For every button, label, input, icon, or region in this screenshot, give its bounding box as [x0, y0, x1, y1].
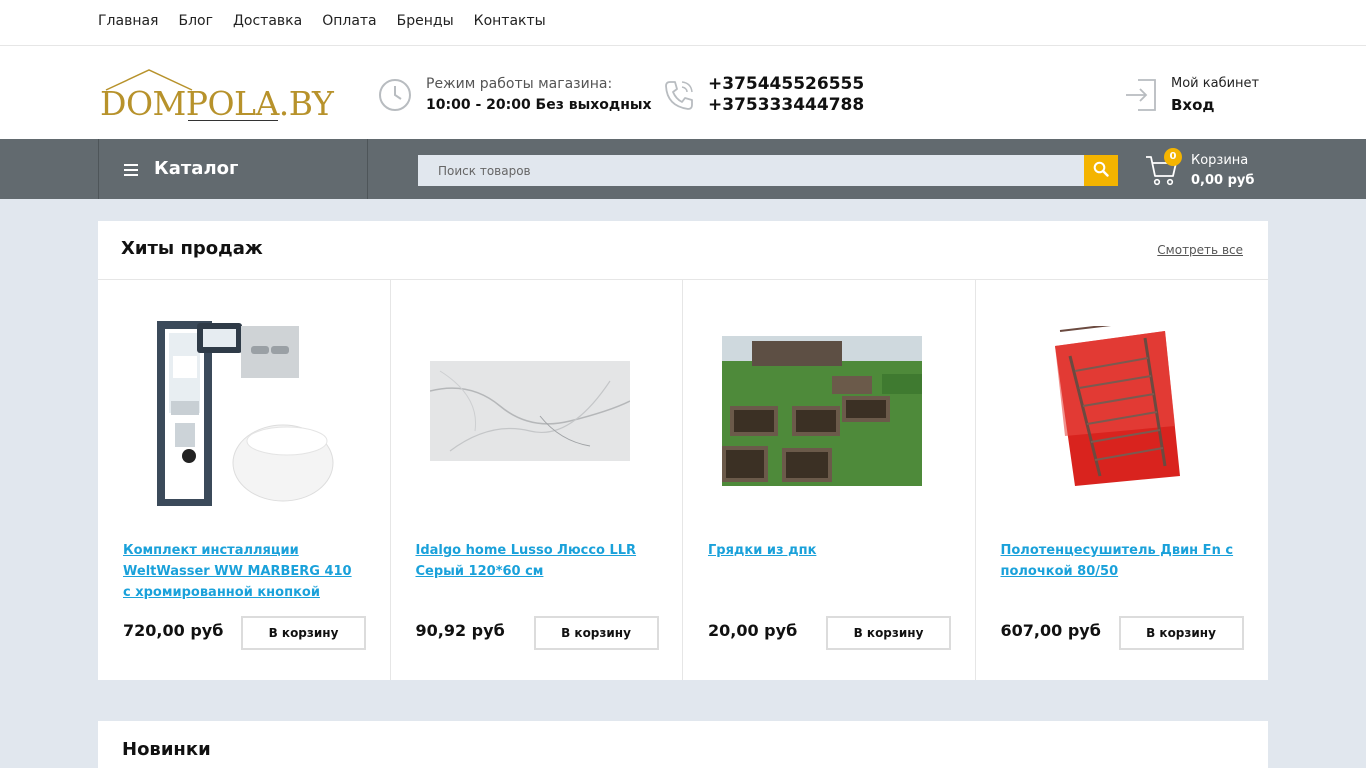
nav-link-contacts[interactable]: Контакты	[474, 13, 546, 29]
product-card: Грядки из дпк 20,00 руб В корзину	[683, 280, 976, 680]
account-label: Мой кабинет	[1171, 76, 1260, 91]
nav-link-delivery[interactable]: Доставка	[233, 13, 302, 29]
top-nav: Главная Блог Доставка Оплата Бренды Конт…	[98, 13, 546, 29]
logo-text: DOMPOLA.BY	[100, 84, 334, 123]
add-to-cart-button[interactable]: В корзину	[1118, 616, 1244, 650]
site-header: DOMPOLA.BY Режим работы магазина: 10:00 …	[0, 46, 1366, 139]
clock-icon	[379, 79, 411, 111]
catalog-label: Каталог	[154, 158, 239, 179]
product-price: 720,00 руб	[123, 621, 224, 640]
product-name-link[interactable]: Полотенцесушитель Двин Fn с полочкой 80/…	[1001, 540, 1241, 582]
phone-icon	[665, 81, 693, 110]
phone-number-2[interactable]: +375333444788	[708, 95, 864, 115]
product-name-link[interactable]: Грядки из дпк	[708, 540, 948, 561]
logo-underline	[188, 120, 278, 121]
working-hours-label: Режим работы магазина:	[426, 76, 613, 92]
see-all-link[interactable]: Смотреть все	[1157, 243, 1243, 257]
product-price: 90,92 руб	[415, 621, 505, 640]
search-icon	[1093, 161, 1109, 177]
catalog-search-bar: Каталог 0 Корзина 0,00 руб	[0, 139, 1366, 199]
product-grid: Комплект инсталляции WeltWasser WW MARBE…	[98, 280, 1268, 680]
section-header: Хиты продаж Смотреть все	[98, 221, 1268, 280]
working-hours-value: 10:00 - 20:00 Без выходных	[426, 97, 652, 113]
product-price: 20,00 руб	[708, 621, 798, 640]
nav-link-home[interactable]: Главная	[98, 13, 158, 29]
cart-button[interactable]: 0 Корзина 0,00 руб	[1144, 148, 1255, 191]
nav-link-brands[interactable]: Бренды	[397, 13, 454, 29]
cart-count-badge: 0	[1164, 148, 1182, 166]
new-arrivals-section: Новинки	[98, 721, 1268, 768]
product-name-link[interactable]: Комплект инсталляции WeltWasser WW MARBE…	[123, 540, 363, 603]
section-title: Новинки	[122, 739, 211, 760]
product-image[interactable]	[137, 311, 337, 511]
section-title: Хиты продаж	[121, 238, 263, 259]
add-to-cart-button[interactable]: В корзину	[826, 616, 951, 650]
marble-tile-image	[429, 361, 630, 461]
product-image[interactable]	[429, 311, 630, 511]
nav-link-payment[interactable]: Оплата	[322, 13, 376, 29]
garden-beds-image	[722, 336, 922, 486]
product-card: Комплект инсталляции WeltWasser WW MARBE…	[98, 280, 391, 680]
add-to-cart-button[interactable]: В корзину	[533, 616, 659, 650]
cart-total: 0,00 руб	[1191, 173, 1255, 188]
menu-icon	[124, 164, 138, 179]
phone-number-1[interactable]: +375445526555	[708, 74, 864, 94]
product-card: Idalgo home Lusso Люссо LLR Серый 120*60…	[391, 280, 683, 680]
catalog-button[interactable]: Каталог	[98, 139, 368, 199]
login-icon[interactable]	[1124, 77, 1158, 113]
search-input[interactable]	[418, 155, 1084, 186]
site-logo[interactable]: DOMPOLA.BY	[100, 68, 334, 123]
product-image[interactable]	[722, 311, 922, 511]
nav-link-blog[interactable]: Блог	[178, 13, 212, 29]
top-navigation-bar: Главная Блог Доставка Оплата Бренды Конт…	[0, 0, 1366, 46]
installation-kit-image	[157, 321, 334, 506]
towel-warmer-image	[1054, 326, 1180, 486]
login-link[interactable]: Вход	[1171, 96, 1215, 114]
add-to-cart-button[interactable]: В корзину	[241, 616, 366, 650]
product-name-link[interactable]: Idalgo home Lusso Люссо LLR Серый 120*60…	[416, 540, 656, 582]
product-price: 607,00 руб	[1000, 621, 1101, 640]
search-button[interactable]	[1084, 155, 1118, 186]
product-image[interactable]	[1015, 311, 1215, 511]
product-card: Полотенцесушитель Двин Fn с полочкой 80/…	[976, 280, 1269, 680]
bestsellers-section: Хиты продаж Смотреть все Комплект инстал…	[98, 221, 1268, 680]
cart-label: Корзина	[1191, 153, 1249, 168]
